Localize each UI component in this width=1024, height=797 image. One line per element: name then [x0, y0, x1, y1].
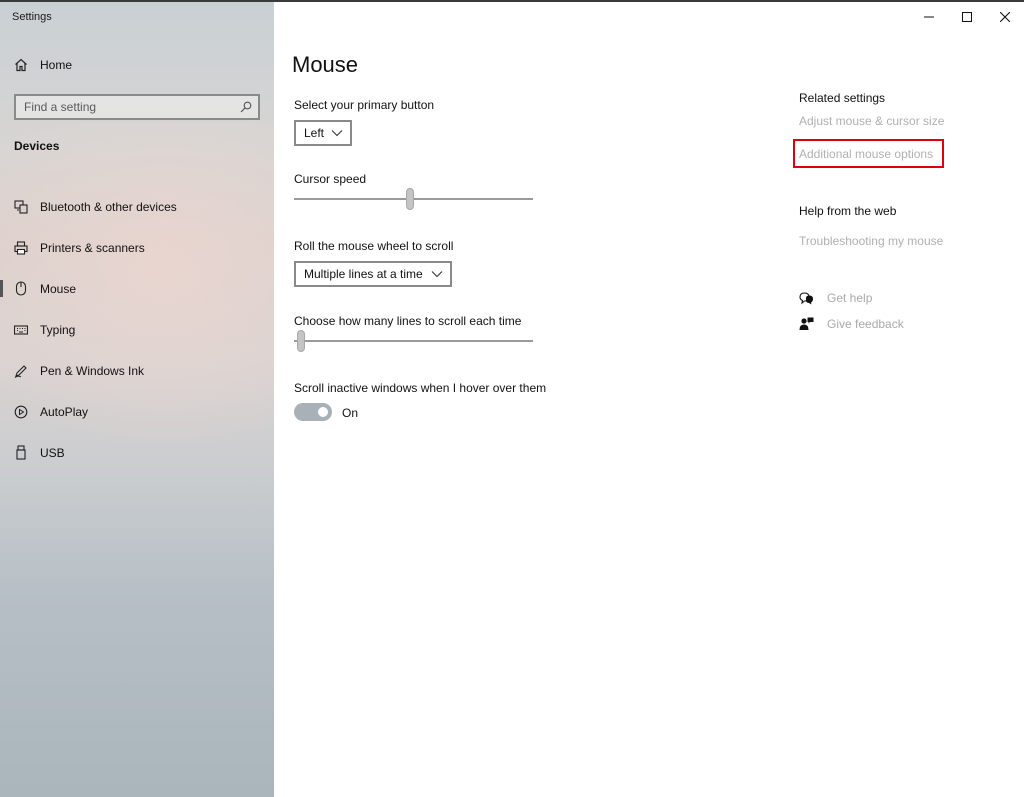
- feedback-icon: [799, 317, 814, 330]
- sidebar-item-printers[interactable]: Printers & scanners: [0, 227, 274, 268]
- give-feedback-label: Give feedback: [827, 317, 904, 331]
- slider-thumb[interactable]: [297, 330, 305, 352]
- sidebar-item-label: Mouse: [40, 281, 77, 296]
- maximize-icon: [962, 12, 972, 22]
- sidebar-item-label: Printers & scanners: [40, 240, 145, 255]
- additional-mouse-options-link[interactable]: Additional mouse options: [799, 147, 933, 161]
- scroll-wheel-dropdown[interactable]: Multiple lines at a time: [294, 261, 452, 287]
- primary-button-dropdown[interactable]: Left: [294, 120, 352, 146]
- sidebar-item-mouse[interactable]: Mouse: [0, 268, 274, 309]
- inactive-scroll-label: Scroll inactive windows when I hover ove…: [294, 381, 547, 395]
- inactive-scroll-state: On: [342, 406, 359, 420]
- close-button[interactable]: [986, 2, 1024, 32]
- main-content: Mouse Select your primary button Left Cu…: [274, 2, 1024, 797]
- sidebar-item-pen[interactable]: Pen & Windows Ink: [0, 350, 274, 391]
- sidebar-nav: Bluetooth & other devices Printers & sca…: [0, 186, 274, 473]
- sidebar-item-label: USB: [40, 445, 65, 460]
- sidebar-item-label: AutoPlay: [40, 404, 89, 419]
- sidebar: Settings Home Devices Bluetooth & other …: [0, 2, 274, 797]
- mouse-icon: [14, 281, 28, 297]
- chevron-down-icon: [331, 130, 343, 137]
- adjust-mouse-cursor-size-link[interactable]: Adjust mouse & cursor size: [799, 114, 944, 128]
- sidebar-item-autoplay[interactable]: AutoPlay: [0, 391, 274, 432]
- section-title: Devices: [14, 139, 60, 153]
- bluetooth-devices-icon: [14, 199, 28, 215]
- get-help-link[interactable]: Get help: [799, 291, 872, 305]
- keyboard-icon: [14, 322, 28, 338]
- scroll-wheel-value: Multiple lines at a time: [304, 267, 423, 281]
- toggle-knob: [318, 407, 328, 417]
- home-icon: [15, 58, 27, 72]
- window-title: Settings: [12, 11, 52, 23]
- sidebar-item-usb[interactable]: USB: [0, 432, 274, 473]
- give-feedback-link[interactable]: Give feedback: [799, 317, 904, 331]
- slider-thumb[interactable]: [406, 188, 414, 210]
- usb-icon: [14, 445, 28, 461]
- page-title: Mouse: [292, 52, 359, 77]
- search-icon[interactable]: [240, 101, 252, 113]
- sidebar-item-typing[interactable]: Typing: [0, 309, 274, 350]
- get-help-label: Get help: [827, 291, 873, 305]
- search-input[interactable]: [24, 100, 240, 114]
- close-icon: [1000, 12, 1010, 22]
- cursor-speed-label: Cursor speed: [294, 172, 367, 186]
- minimize-icon: [924, 16, 934, 18]
- help-from-web-heading: Help from the web: [799, 204, 897, 218]
- window-controls: [910, 2, 1024, 32]
- scroll-wheel-label: Roll the mouse wheel to scroll: [294, 239, 454, 253]
- sidebar-item-label: Typing: [40, 322, 76, 337]
- search-box[interactable]: [14, 94, 260, 120]
- maximize-button[interactable]: [948, 2, 986, 32]
- sidebar-item-bluetooth[interactable]: Bluetooth & other devices: [0, 186, 274, 227]
- chat-help-icon: [799, 291, 813, 304]
- minimize-button[interactable]: [910, 2, 948, 32]
- troubleshooting-mouse-link[interactable]: Troubleshooting my mouse: [799, 234, 943, 248]
- pen-icon: [14, 363, 28, 379]
- related-settings-heading: Related settings: [799, 91, 886, 105]
- primary-button-value: Left: [304, 126, 325, 140]
- autoplay-icon: [14, 404, 28, 420]
- chevron-down-icon: [431, 271, 443, 278]
- slider-track: [294, 340, 533, 342]
- sidebar-item-label: Pen & Windows Ink: [40, 363, 145, 378]
- primary-button-label: Select your primary button: [294, 98, 435, 112]
- home-label: Home: [40, 58, 73, 72]
- printer-icon: [14, 240, 28, 256]
- home-nav-item[interactable]: Home: [14, 58, 72, 72]
- inactive-scroll-toggle[interactable]: [294, 403, 332, 421]
- scroll-lines-slider[interactable]: [294, 330, 533, 352]
- scroll-lines-label: Choose how many lines to scroll each tim…: [294, 314, 522, 328]
- sidebar-item-label: Bluetooth & other devices: [40, 199, 177, 214]
- cursor-speed-slider[interactable]: [294, 188, 533, 210]
